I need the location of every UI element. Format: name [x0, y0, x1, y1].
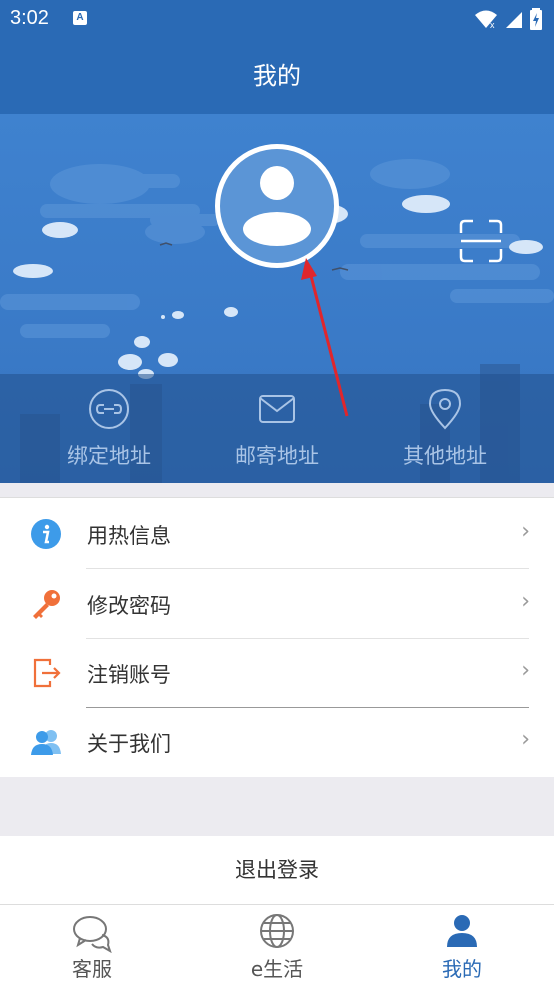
key-icon — [33, 590, 60, 619]
globe-icon — [260, 914, 294, 948]
menu-item-label: 关于我们 — [87, 732, 171, 756]
bottom-tab-bar: 客服 e生活 我的 — [0, 904, 554, 984]
svg-text:x: x — [490, 20, 495, 29]
address-shortcuts: 绑定地址 邮寄地址 其他地址 — [0, 374, 554, 483]
signal-icon — [506, 12, 522, 28]
menu-item-label: 修改密码 — [87, 594, 171, 618]
menu-item-change-password[interactable]: 修改密码 › — [0, 569, 554, 639]
mail-icon — [259, 395, 295, 423]
tab-customer-service[interactable]: 客服 — [0, 905, 184, 984]
menu-item-label: 用热信息 — [87, 524, 171, 548]
tab-mine[interactable]: 我的 — [370, 905, 554, 984]
chevron-right-icon: › — [521, 589, 530, 614]
person-icon — [447, 915, 477, 947]
other-address-button[interactable]: 其他地址 — [353, 374, 537, 483]
chevron-right-icon: › — [521, 727, 530, 752]
menu-item-cancel-account[interactable]: 注销账号 › — [0, 638, 554, 708]
tab-label: 我的 — [442, 957, 482, 981]
tab-e-life[interactable]: e生活 — [185, 905, 369, 984]
bind-address-label: 绑定地址 — [67, 444, 151, 468]
notification-a-icon: A — [73, 11, 87, 25]
tab-label: e生活 — [250, 957, 304, 981]
tab-label: 客服 — [72, 957, 112, 981]
menu-item-about-us[interactable]: 关于我们 › — [0, 707, 554, 777]
page-title: 我的 — [253, 62, 301, 90]
other-address-label: 其他地址 — [403, 444, 487, 468]
chevron-right-icon: › — [521, 658, 530, 683]
avatar-person-icon — [243, 166, 311, 246]
logout-button[interactable]: 退出登录 — [0, 836, 554, 904]
settings-menu: 用热信息 › 修改密码 › 注销账号 › 关于我们 › — [0, 497, 554, 777]
wifi-icon: x — [475, 10, 497, 29]
title-bar: 我的 — [0, 38, 554, 114]
menu-item-label: 注销账号 — [87, 663, 171, 687]
profile-hero: 绑定地址 邮寄地址 其他地址 — [0, 114, 554, 483]
bind-address-button[interactable]: 绑定地址 — [17, 374, 201, 483]
scan-icon[interactable] — [459, 219, 503, 263]
status-bar: 3:02 A x — [0, 0, 554, 38]
users-icon — [31, 730, 61, 755]
avatar[interactable] — [215, 144, 339, 268]
status-time: 3:02 — [10, 7, 49, 29]
chat-icon — [73, 916, 112, 953]
mail-address-button[interactable]: 邮寄地址 — [185, 374, 369, 483]
mail-address-label: 邮寄地址 — [235, 444, 319, 468]
location-pin-icon — [428, 388, 462, 430]
exit-icon — [33, 658, 61, 688]
link-icon — [89, 389, 129, 429]
info-icon — [31, 519, 61, 549]
logout-label: 退出登录 — [235, 858, 319, 882]
battery-icon — [530, 8, 542, 30]
chevron-right-icon: › — [521, 519, 530, 544]
menu-item-heating-info[interactable]: 用热信息 › — [0, 499, 554, 569]
status-icons: x — [474, 8, 542, 30]
